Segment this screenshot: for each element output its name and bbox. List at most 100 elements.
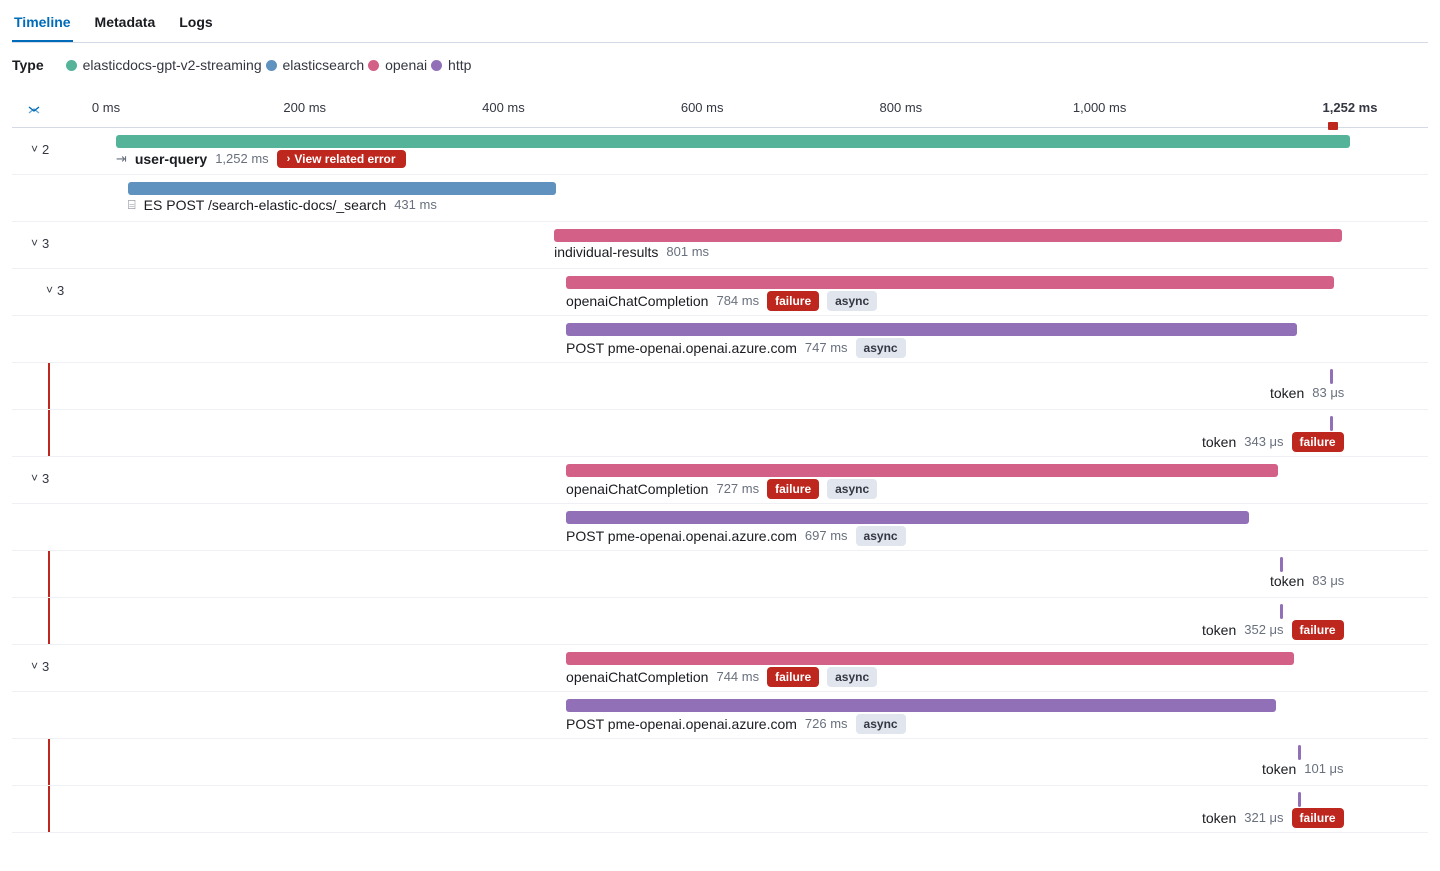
tab-logs[interactable]: Logs — [177, 8, 214, 42]
span-label-line: token343 μsfailure — [1202, 432, 1344, 452]
tab-timeline[interactable]: Timeline — [12, 8, 73, 42]
track-row[interactable]: token352 μsfailure — [12, 598, 1428, 645]
span-bar[interactable] — [566, 652, 1294, 665]
legend-swatch — [431, 60, 442, 71]
span-tick[interactable] — [1330, 416, 1333, 431]
span-label-line: POST pme-openai.openai.azure.com747 msas… — [566, 338, 906, 358]
track-row[interactable]: openaiChatCompletion784 msfailureasync˅3 — [12, 269, 1428, 316]
expand-toggle[interactable]: ˅3 — [31, 236, 49, 251]
span-name: ES POST /search-elastic-docs/_search — [144, 197, 387, 213]
chevron-down-icon: ˅ — [31, 659, 38, 673]
span-bar[interactable] — [116, 135, 1350, 148]
expand-toggle[interactable]: ˅3 — [46, 283, 64, 298]
child-count: 3 — [42, 471, 49, 486]
expand-toggle[interactable]: ˅3 — [31, 659, 49, 674]
axis-tick: 600 ms — [681, 100, 724, 115]
span-duration: 744 ms — [716, 669, 759, 684]
tab-metadata[interactable]: Metadata — [93, 8, 158, 42]
span-tick[interactable] — [1280, 604, 1283, 619]
span-label-line: openaiChatCompletion784 msfailureasync — [566, 291, 877, 311]
expand-toggle[interactable]: ˅2 — [31, 142, 49, 157]
expand-toggle[interactable]: ˅3 — [31, 471, 49, 486]
span-tick[interactable] — [1298, 745, 1301, 760]
span-duration: 801 ms — [666, 244, 709, 259]
track-row[interactable]: token83 μs — [12, 551, 1428, 598]
error-marker — [48, 786, 50, 832]
track-row[interactable]: token 101 μs — [12, 739, 1428, 786]
view-related-error-button[interactable]: ›View related error — [277, 150, 406, 168]
span-tick[interactable] — [1298, 792, 1301, 807]
span-tick[interactable] — [1280, 557, 1283, 572]
track-row[interactable]: POST pme-openai.openai.azure.com747 msas… — [12, 316, 1428, 363]
track-row[interactable]: ⇥user-query1,252 ms›View related error˅2 — [12, 128, 1428, 175]
chevron-down-icon: ˅ — [31, 236, 38, 250]
async-badge: async — [856, 338, 906, 358]
span-duration: 697 ms — [805, 528, 848, 543]
span-name: token — [1202, 622, 1236, 638]
axis-tick: 400 ms — [482, 100, 525, 115]
span-type-icon: ⌸ — [128, 197, 136, 213]
tabs: Timeline Metadata Logs — [12, 0, 1428, 43]
legend-item[interactable]: openai — [368, 57, 427, 73]
span-name: POST pme-openai.openai.azure.com — [566, 340, 797, 356]
legend-item[interactable]: elasticsearch — [266, 57, 365, 73]
chevron-down-icon: ˅ — [46, 283, 53, 297]
span-duration: 784 ms — [716, 293, 759, 308]
span-bar[interactable] — [566, 511, 1249, 524]
track-row[interactable]: openaiChatCompletion744 msfailureasync˅3 — [12, 645, 1428, 692]
time-axis: 0 ms200 ms400 ms600 ms800 ms1,000 ms1,25… — [12, 98, 1428, 128]
span-bar[interactable] — [566, 464, 1278, 477]
span-bar[interactable] — [566, 323, 1297, 336]
span-label-line: token 101 μs — [1262, 761, 1344, 777]
span-duration: 1,252 ms — [215, 151, 268, 166]
span-duration: 726 ms — [805, 716, 848, 731]
legend-title: Type — [12, 57, 44, 73]
span-name: openaiChatCompletion — [566, 293, 708, 309]
span-name: token — [1262, 761, 1296, 777]
track-row[interactable]: individual-results801 ms˅3 — [12, 222, 1428, 269]
error-marker — [48, 739, 50, 785]
failure-badge: failure — [767, 667, 819, 687]
legend-swatch — [66, 60, 77, 71]
track-row[interactable]: POST pme-openai.openai.azure.com697 msas… — [12, 504, 1428, 551]
legend-label: openai — [385, 57, 427, 73]
axis-tick: 200 ms — [283, 100, 326, 115]
chevron-down-icon: ˅ — [31, 471, 38, 485]
failure-badge: failure — [1292, 808, 1344, 828]
axis-tick: 1,252 ms — [1323, 100, 1378, 115]
axis-tick: 1,000 ms — [1073, 100, 1126, 115]
error-marker — [48, 363, 50, 409]
span-duration: 101 μs — [1304, 761, 1343, 776]
span-name: user-query — [135, 151, 207, 167]
span-bar[interactable] — [554, 229, 1342, 242]
track-row[interactable]: token343 μsfailure — [12, 410, 1428, 457]
legend-item[interactable]: http — [431, 57, 471, 73]
span-name: openaiChatCompletion — [566, 669, 708, 685]
track-row[interactable]: POST pme-openai.openai.azure.com726 msas… — [12, 692, 1428, 739]
span-bar[interactable] — [566, 699, 1276, 712]
track-row[interactable]: token321 μsfailure — [12, 786, 1428, 833]
axis-tick: 800 ms — [880, 100, 923, 115]
track-row[interactable]: token83 μs — [12, 363, 1428, 410]
legend-item[interactable]: elasticdocs-gpt-v2-streaming — [66, 57, 262, 73]
error-marker — [48, 598, 50, 644]
span-bar[interactable] — [566, 276, 1334, 289]
span-label-line: openaiChatCompletion744 msfailureasync — [566, 667, 877, 687]
failure-badge: failure — [1292, 620, 1344, 640]
span-bar[interactable] — [128, 182, 556, 195]
legend-swatch — [368, 60, 379, 71]
legend: Type elasticdocs-gpt-v2-streaming elasti… — [12, 43, 1428, 84]
child-count: 3 — [42, 236, 49, 251]
span-tick[interactable] — [1330, 369, 1333, 384]
span-label-line: ⌸ES POST /search-elastic-docs/_search431… — [128, 197, 437, 213]
span-duration: 343 μs — [1244, 434, 1283, 449]
async-badge: async — [856, 714, 906, 734]
legend-label: elasticdocs-gpt-v2-streaming — [83, 57, 262, 73]
span-label-line: token352 μsfailure — [1202, 620, 1344, 640]
track-row[interactable]: ⌸ES POST /search-elastic-docs/_search431… — [12, 175, 1428, 222]
collapse-all-icon[interactable] — [26, 102, 42, 121]
span-label-line: token83 μs — [1270, 385, 1344, 401]
track-row[interactable]: openaiChatCompletion727 msfailureasync˅3 — [12, 457, 1428, 504]
span-label-line: POST pme-openai.openai.azure.com697 msas… — [566, 526, 906, 546]
async-badge: async — [827, 479, 877, 499]
